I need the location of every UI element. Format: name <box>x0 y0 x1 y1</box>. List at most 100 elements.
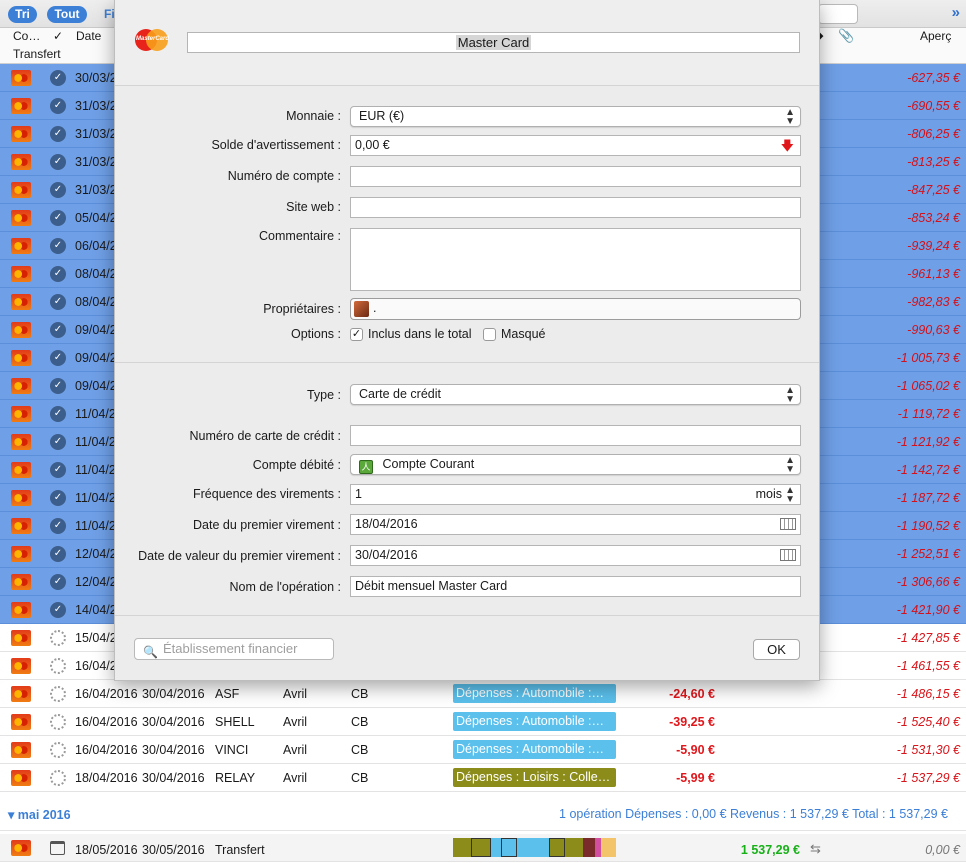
account-number-field[interactable] <box>350 166 801 187</box>
checked-circle-icon[interactable]: ✓ <box>50 182 66 198</box>
pending-icon[interactable] <box>50 630 66 646</box>
calendar-icon[interactable] <box>780 549 796 561</box>
card-number-field[interactable] <box>350 425 801 446</box>
updown-arrows-icon[interactable]: ▲ ▼ <box>785 485 795 505</box>
row-date: 06/04/2 <box>75 239 117 253</box>
column-check[interactable]: ✓ <box>53 29 63 43</box>
search-placeholder: Établissement financier <box>163 641 298 656</box>
pending-icon[interactable] <box>50 742 66 758</box>
checked-circle-icon[interactable]: ✓ <box>50 434 66 450</box>
table-row[interactable]: 16/04/2016 30/04/2016 SHELL Avril CB Dépenses… <box>0 708 966 736</box>
row-value-date: 30/04/2016 <box>142 687 205 701</box>
options-label: Options : <box>290 327 341 341</box>
mastercard-icon <box>11 630 31 646</box>
table-row[interactable]: 18/04/2016 30/04/2016 RELAY Avril CB Dépenses… <box>0 764 966 792</box>
debited-account-label: Compte débité : <box>252 458 341 472</box>
transfer-row[interactable]: 18/05/2016 30/05/2016 Transfert 1 537,29… <box>0 834 966 862</box>
row-amount: 1 537,29 € <box>740 843 800 857</box>
checked-circle-icon[interactable]: ✓ <box>50 238 66 254</box>
table-row[interactable]: 16/04/2016 30/04/2016 ASF Avril CB Dépenses :… <box>0 680 966 708</box>
checked-circle-icon[interactable]: ✓ <box>50 322 66 338</box>
financial-institution-search[interactable]: 🔍 Établissement financier <box>134 638 334 660</box>
mastercard-icon <box>11 210 31 226</box>
checked-circle-icon[interactable]: ✓ <box>50 98 66 114</box>
row-description: ASF <box>215 687 240 701</box>
checked-circle-icon[interactable]: ✓ <box>50 126 66 142</box>
type-select[interactable]: Carte de crédit ▲ ▼ <box>350 384 801 405</box>
ok-button[interactable]: OK <box>753 639 800 660</box>
checked-circle-icon[interactable]: ✓ <box>50 294 66 310</box>
pending-icon[interactable] <box>50 686 66 702</box>
checked-circle-icon[interactable]: ✓ <box>50 574 66 590</box>
card-number-label: Numéro de carte de crédit : <box>189 429 341 443</box>
pending-icon[interactable] <box>50 770 66 786</box>
row-balance: 0,00 € <box>925 843 960 857</box>
frequency-field[interactable]: 1 mois ▲ ▼ <box>350 484 801 505</box>
owners-token-field[interactable]: . <box>350 298 801 320</box>
row-date: 16/04/2 <box>75 659 117 673</box>
checkbox-icon[interactable]: ✓ <box>350 327 363 341</box>
pending-icon[interactable] <box>50 714 66 730</box>
month-group-header[interactable]: ▾ mai 2016 1 opération Dépenses : 0,00 €… <box>0 795 966 831</box>
category-tag: Dépenses : Automobile :… <box>453 712 616 731</box>
double-chevron-right-icon[interactable]: » <box>952 4 960 21</box>
checked-circle-icon[interactable]: ✓ <box>50 490 66 506</box>
currency-label: Monnaie : <box>286 109 341 123</box>
row-date: 18/04/2016 <box>75 771 138 785</box>
pending-icon[interactable] <box>50 658 66 674</box>
column-preview[interactable]: Aperç <box>920 29 951 43</box>
toolbar-search-field[interactable] <box>818 4 858 24</box>
updown-arrows-icon: ▲ ▼ <box>785 107 795 127</box>
hidden-checkbox[interactable]: Masqué <box>483 327 545 341</box>
checked-circle-icon[interactable]: ✓ <box>50 210 66 226</box>
row-description: RELAY <box>215 771 256 785</box>
row-date: 31/03/2 <box>75 183 117 197</box>
first-transfer-date-field[interactable]: 18/04/2016 <box>350 514 801 535</box>
checked-circle-icon[interactable]: ✓ <box>50 266 66 282</box>
row-balance: -1 427,85 € <box>896 631 960 645</box>
mastercard-icon <box>11 490 31 506</box>
first-value-date-value: 30/04/2016 <box>355 548 418 562</box>
checked-circle-icon[interactable]: ✓ <box>50 546 66 562</box>
category-tag: Dépenses : Automobile :… <box>453 740 616 759</box>
attachment-icon[interactable]: 📎 <box>838 28 854 44</box>
row-amount: -39,25 € <box>669 715 715 729</box>
row-balance: -813,25 € <box>907 155 960 169</box>
warning-balance-field[interactable]: 0,00 € 🡇 <box>350 135 801 156</box>
checked-circle-icon[interactable]: ✓ <box>50 70 66 86</box>
checked-circle-icon[interactable]: ✓ <box>50 154 66 170</box>
checked-circle-icon[interactable]: ✓ <box>50 350 66 366</box>
first-value-date-field[interactable]: 30/04/2016 <box>350 545 801 566</box>
row-balance: -982,83 € <box>907 295 960 309</box>
column-transfer[interactable]: Transfert <box>13 47 61 61</box>
sort-button[interactable]: Tri <box>8 6 37 23</box>
mastercard-icon <box>11 406 31 422</box>
comment-textarea[interactable] <box>350 228 801 291</box>
checkbox-icon[interactable] <box>483 327 496 341</box>
frequency-unit[interactable]: mois <box>756 485 782 504</box>
row-value-date: 30/05/2016 <box>142 843 205 857</box>
column-date[interactable]: Date <box>76 29 101 43</box>
table-row[interactable]: 16/04/2016 30/04/2016 VINCI Avril CB Dépenses… <box>0 736 966 764</box>
show-all-button[interactable]: Tout <box>47 6 87 23</box>
calendar-icon[interactable] <box>780 518 796 530</box>
mastercard-icon <box>11 714 31 730</box>
account-name-field[interactable]: Master Card <box>187 32 800 53</box>
mastercard-icon <box>11 126 31 142</box>
red-down-arrow-icon[interactable]: 🡇 <box>781 139 794 152</box>
operation-name-field[interactable]: Débit mensuel Master Card <box>350 576 801 597</box>
checked-circle-icon[interactable]: ✓ <box>50 602 66 618</box>
checked-circle-icon[interactable]: ✓ <box>50 406 66 422</box>
include-total-checkbox[interactable]: ✓ Inclus dans le total <box>350 327 472 341</box>
group-title: ▾ mai 2016 <box>8 808 71 822</box>
website-field[interactable] <box>350 197 801 218</box>
debited-account-select[interactable]: 人 Compte Courant ▲ ▼ <box>350 454 801 475</box>
checked-circle-icon[interactable]: ✓ <box>50 518 66 534</box>
checked-circle-icon[interactable]: ✓ <box>50 378 66 394</box>
mastercard-icon <box>11 546 31 562</box>
currency-select[interactable]: EUR (€) ▲ ▼ <box>350 106 801 127</box>
checked-circle-icon[interactable]: ✓ <box>50 462 66 478</box>
column-co[interactable]: Co… <box>13 29 40 43</box>
mastercard-icon <box>11 658 31 674</box>
mastercard-icon <box>11 574 31 590</box>
